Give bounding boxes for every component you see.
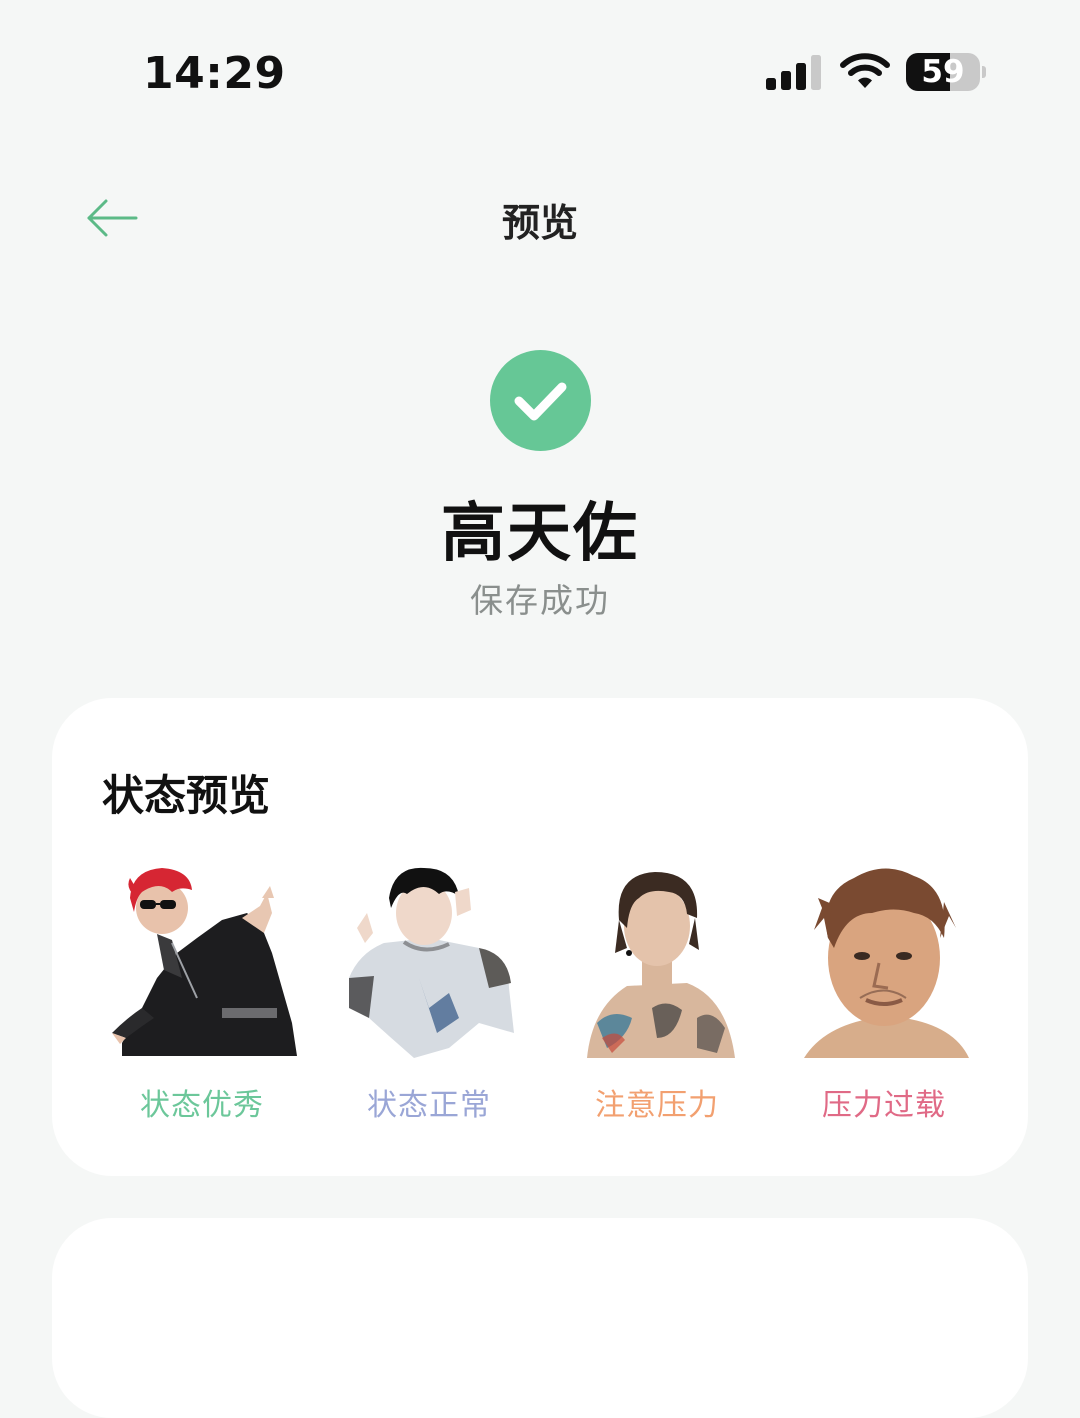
status-label: 状态优秀 — [140, 1088, 264, 1123]
status-item-overload[interactable]: 压力过载 — [774, 858, 994, 1123]
save-success-text: 保存成功 — [470, 581, 610, 620]
tattooed-shirtless-portrait — [587, 872, 735, 1058]
battery-tip — [982, 66, 986, 78]
page-title: 预览 — [501, 201, 578, 245]
status-preview-card: 状态预览 状态优秀 状态正常 注意压力 压力过载 — [52, 698, 1028, 1176]
messy-hair-face-portrait — [804, 868, 969, 1058]
battery-body: 59 — [906, 53, 980, 91]
status-item-attention[interactable]: 注意压力 — [547, 858, 767, 1123]
status-list: 状态优秀 状态正常 注意压力 压力过载 — [92, 858, 1002, 1123]
status-label: 状态正常 — [367, 1088, 491, 1123]
card-title: 状态预览 — [102, 771, 271, 820]
check-circle-icon — [490, 350, 591, 451]
status-item-excellent[interactable]: 状态优秀 — [92, 858, 312, 1123]
red-hair-sunglasses-dancer — [112, 868, 297, 1056]
status-item-normal[interactable]: 状态正常 — [319, 858, 539, 1123]
profile-name: 高天佐 — [441, 497, 639, 571]
wifi-icon — [840, 53, 890, 88]
signal-icon — [766, 55, 821, 90]
status-bar: 14:29 59 — [0, 0, 1080, 150]
dark-hair-shirt-portrait — [349, 867, 514, 1058]
status-label: 注意压力 — [595, 1088, 719, 1123]
nav-bar: 预览 — [0, 170, 1080, 266]
battery-icon: 59 — [906, 53, 986, 91]
battery-percentage: 59 — [921, 54, 965, 90]
status-time: 14:29 — [143, 48, 286, 99]
status-label: 压力过载 — [822, 1088, 946, 1123]
next-card — [52, 1218, 1028, 1418]
